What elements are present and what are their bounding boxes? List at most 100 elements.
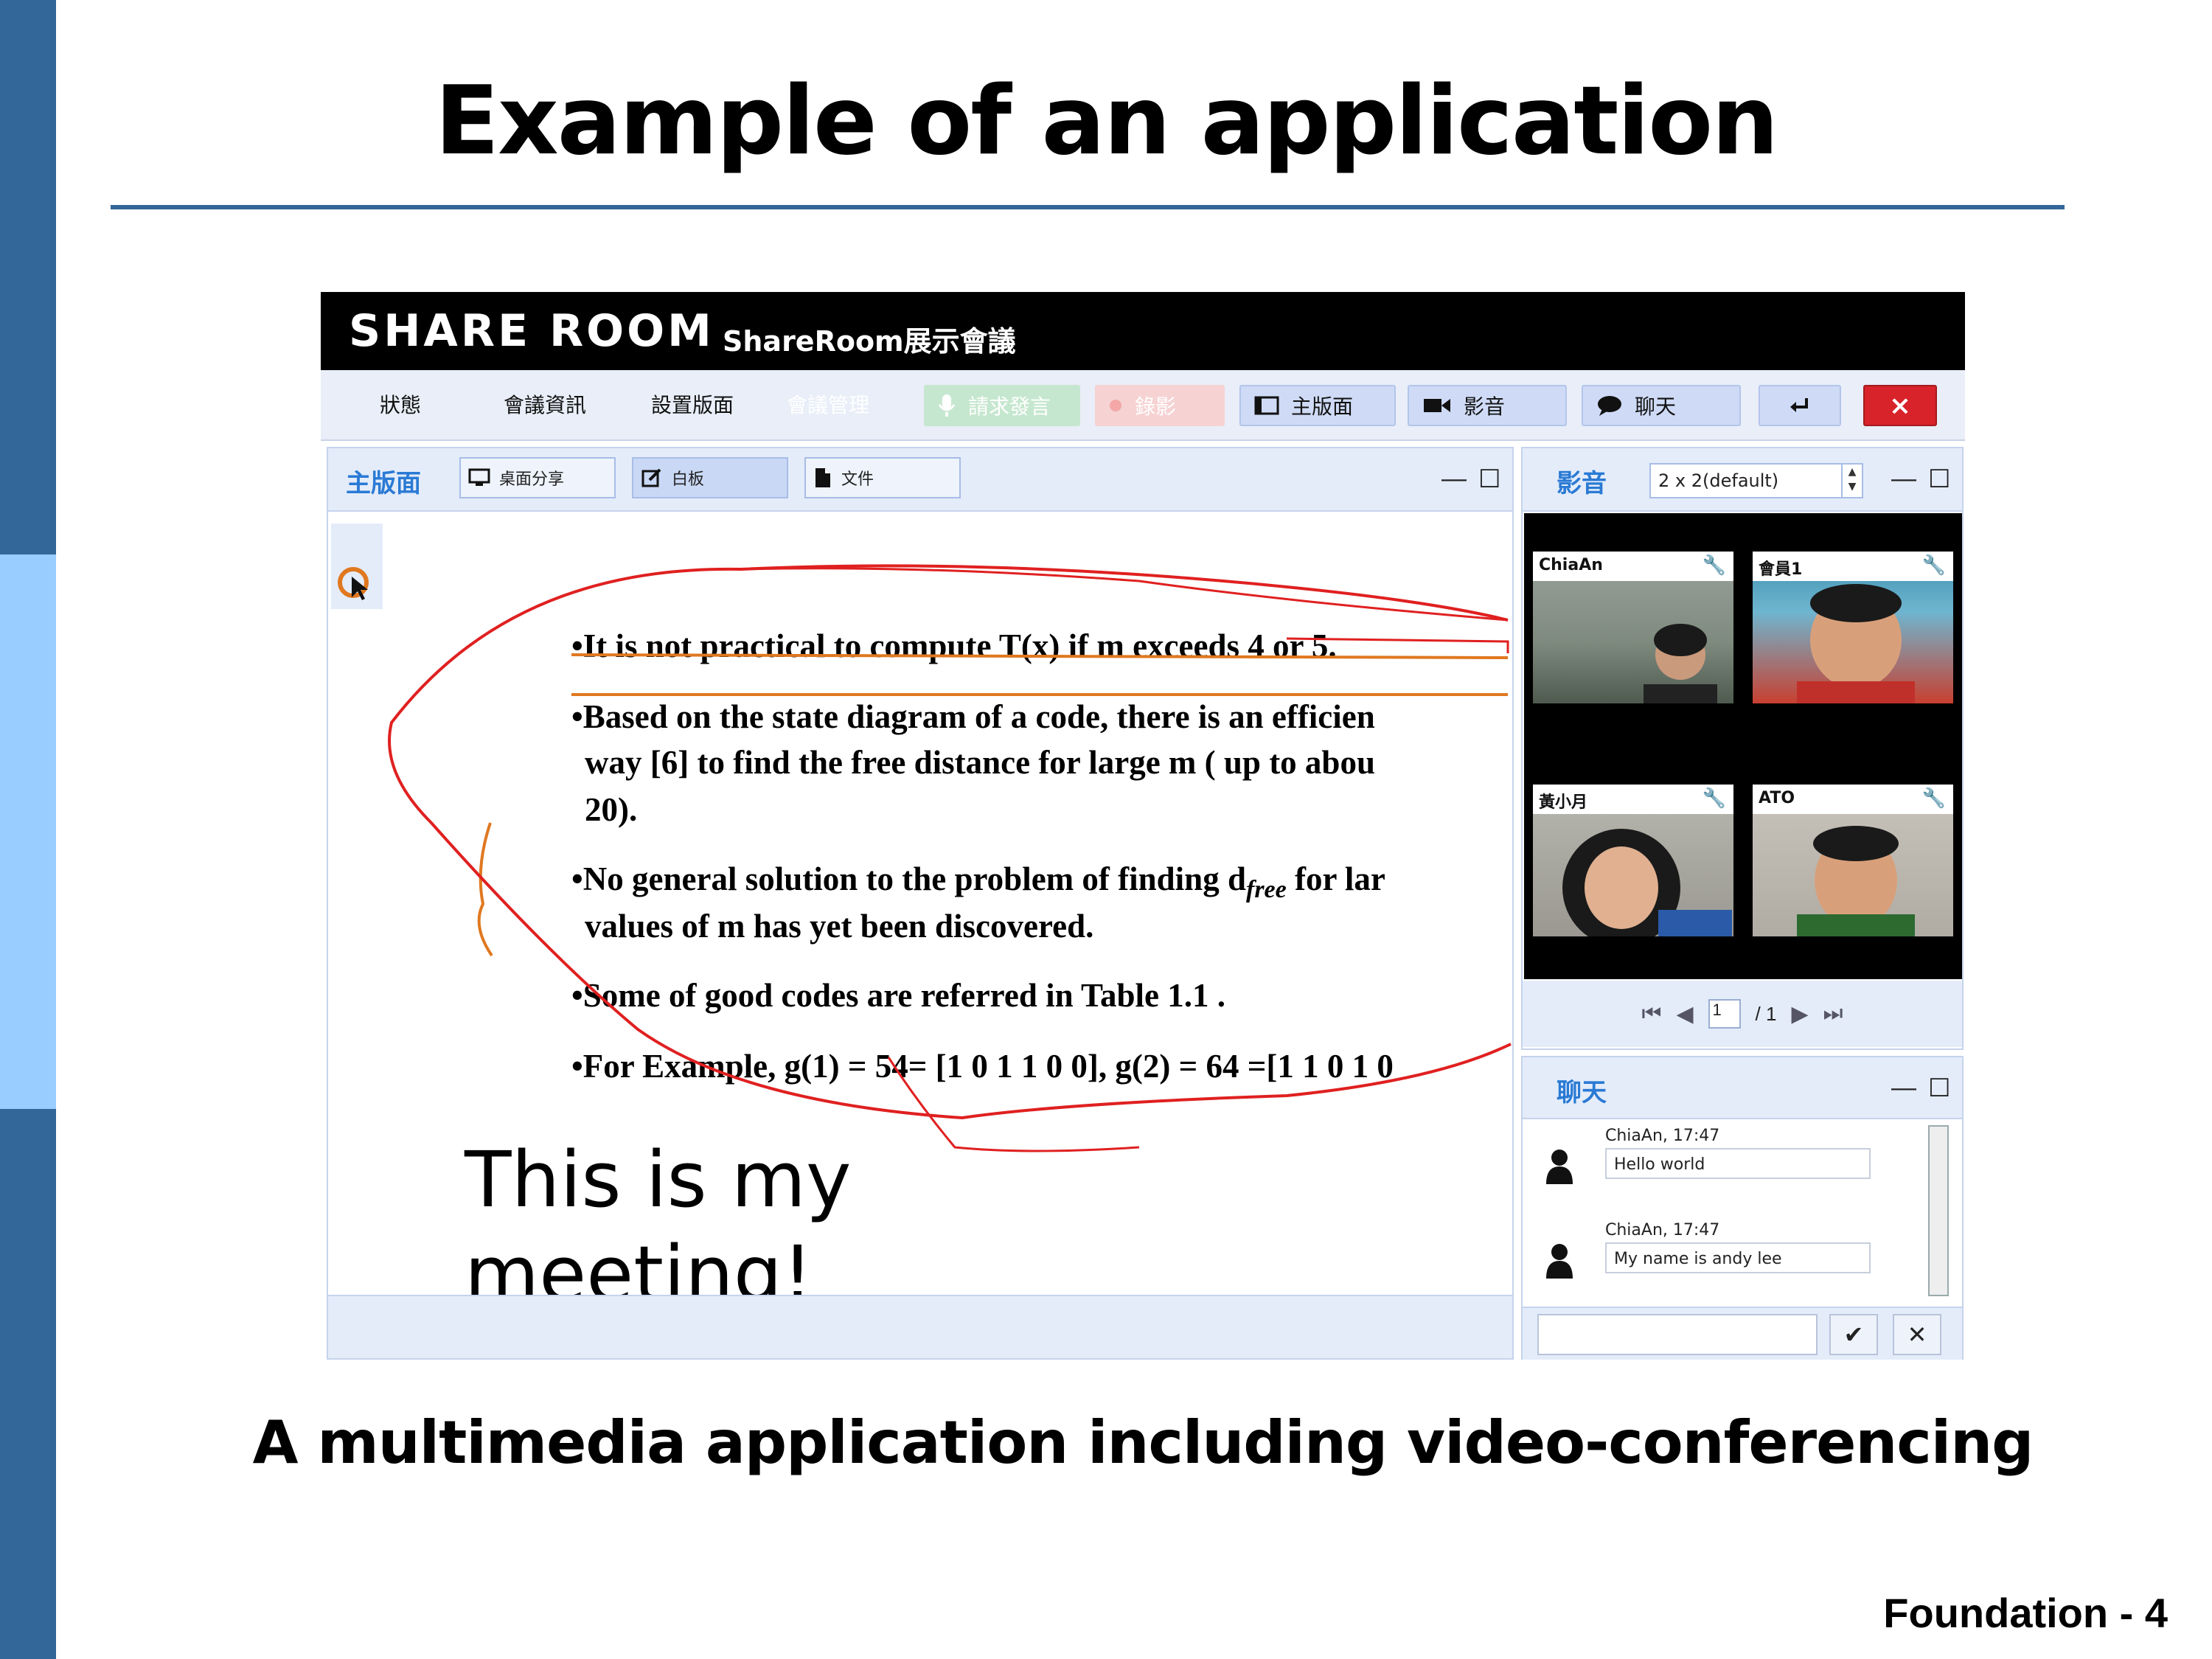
chat-input[interactable] (1537, 1314, 1818, 1355)
shareroom-app-screenshot: SHARE ROOM ShareRoom展示會議 狀態 會議資訊 設置版面 會議… (321, 292, 1965, 1361)
next-page-icon[interactable]: ▶ (1791, 1001, 1808, 1027)
chat-message-list: ChiaAn, 17:47 Hello world ChiaAn, 17:47 … (1523, 1121, 1962, 1307)
video-feed-4 (1797, 826, 1915, 936)
video-maximize-icon[interactable]: ☐ (1928, 465, 1950, 494)
video-tile-3[interactable]: 黃小月 🔧 (1533, 785, 1733, 936)
request-speak-label: 請求發言 (968, 394, 1051, 419)
main-view-panel: 主版面 桌面分享 白板 文件 — ☐ •It is not practical … (327, 447, 1514, 1360)
pointer-tool-icon[interactable] (335, 556, 380, 615)
video-feed-3 (1562, 829, 1732, 936)
whiteboard-text-note: This is my meeting! (465, 1133, 852, 1302)
request-speak-button[interactable]: 請求發言 (924, 385, 1080, 426)
slide-side-bar-accent (0, 554, 56, 1109)
title-divider (111, 205, 2065, 209)
minimize-icon[interactable]: — (1441, 465, 1467, 493)
app-header: SHARE ROOM ShareRoom展示會議 (321, 292, 1965, 370)
video-tile-1[interactable]: ChiaAn 🔧 (1533, 552, 1733, 703)
video-panel-title: 影音 (1557, 469, 1607, 498)
main-view-label: 主版面 (1291, 394, 1354, 419)
exit-fullscreen-button[interactable] (1759, 385, 1841, 426)
video-tile-4[interactable]: ATO 🔧 (1753, 785, 1953, 936)
maximize-icon[interactable]: ☐ (1478, 465, 1500, 494)
menu-status[interactable]: 狀態 (380, 389, 421, 419)
chat-panel: 聊天 — ☐ ChiaAn, 17:47 Hello world ChiaAn,… (1521, 1056, 1964, 1360)
video-pager: ⏮ ◀ 1 / 1 ▶ ⏭ (1523, 981, 1962, 1047)
video-panel-header: 影音 2 x 2(default) ▲ ▼ — ☐ (1523, 448, 1962, 512)
user-avatar-icon (1546, 1244, 1573, 1279)
last-page-icon[interactable]: ⏭ (1823, 1001, 1843, 1026)
speech-bubble-icon (1598, 396, 1621, 416)
chat-minimize-icon[interactable]: — (1891, 1074, 1916, 1102)
slide-caption: A multimedia application including video… (252, 1408, 2034, 1477)
main-view-panel-title: 主版面 (346, 469, 421, 498)
whiteboard-canvas[interactable]: •It is not practical to compute T(x) if … (328, 513, 1512, 1302)
slide-bullet-2: •Based on the state diagram of a code, t… (571, 698, 1375, 735)
video-tile-2[interactable]: 會員1 🔧 (1753, 552, 1953, 703)
chat-message-1-meta: ChiaAn, 17:47 (1605, 1127, 1720, 1145)
page-number-input[interactable]: 1 (1708, 999, 1741, 1029)
video-panel: 影音 2 x 2(default) ▲ ▼ — ☐ ChiaAn 🔧 會員1 🔧 黃小… (1521, 447, 1964, 1050)
chat-message-2: ChiaAn, 17:47 My name is andy lee (1605, 1221, 1871, 1273)
tab-document-label: 文件 (841, 470, 874, 489)
slide-bullet-1: •It is not practical to compute T(x) if … (571, 627, 1337, 664)
red-top-stroke (740, 567, 1509, 622)
note-line-2: meeting! (465, 1229, 813, 1302)
record-button[interactable]: 錄影 (1095, 385, 1225, 426)
tab-desktop-share-label: 桌面分享 (499, 470, 565, 489)
chat-panel-title: 聊天 (1557, 1078, 1607, 1107)
video-layout-select[interactable]: 2 x 2(default) ▲ ▼ (1649, 463, 1863, 498)
chat-maximize-icon[interactable]: ☐ (1928, 1074, 1950, 1103)
chat-panel-header: 聊天 — ☐ (1523, 1057, 1962, 1119)
slide-title: Example of an application (434, 66, 1779, 176)
slide-bullet-5: •For Example, g(1) = 54= [1 0 1 1 0 0], … (571, 1048, 1394, 1085)
video-feed-2 (1797, 584, 1915, 703)
first-page-icon[interactable]: ⏮ (1641, 1001, 1661, 1026)
main-view-panel-header: 主版面 桌面分享 白板 文件 — ☐ (328, 448, 1512, 512)
cancel-button[interactable]: ✕ (1893, 1314, 1941, 1355)
whiteboard-tool-palette (331, 524, 383, 609)
menu-bar: 狀態 會議資訊 設置版面 會議管理 請求發言 錄影 主版面 影音 聊天 × (321, 370, 1965, 441)
chat-message-2-text: My name is andy lee (1605, 1242, 1871, 1273)
chat-label: 聊天 (1635, 394, 1677, 419)
chevron-updown-icon: ▲ ▼ (1841, 465, 1862, 497)
chat-scrollbar[interactable] (1928, 1125, 1949, 1296)
send-button[interactable]: ✔ (1829, 1314, 1878, 1355)
chat-message-1: ChiaAn, 17:47 Hello world (1605, 1127, 1871, 1179)
slide-footer: Foundation - 4 (1883, 1590, 2168, 1636)
return-arrow-icon (1790, 398, 1808, 412)
menu-layout-settings[interactable]: 設置版面 (651, 389, 734, 419)
window-icon (1254, 396, 1279, 415)
note-line-1: This is my (465, 1135, 852, 1225)
video-feed-1 (1644, 624, 1717, 703)
video-minimize-icon[interactable]: — (1891, 465, 1916, 493)
edit-note-icon (641, 468, 661, 487)
tab-document[interactable]: 文件 (804, 457, 961, 498)
slide-bullet-2-cont: way [6] to find the free distance for la… (585, 744, 1375, 781)
document-icon (815, 468, 830, 487)
slide-bullet-2-end: 20). (585, 791, 638, 828)
previous-page-icon[interactable]: ◀ (1676, 1001, 1693, 1027)
orange-bracket (477, 822, 493, 957)
slide-bullet-3-suffix: for lar (1286, 860, 1385, 897)
video-camera-icon (1424, 399, 1450, 412)
chat-button[interactable]: 聊天 (1582, 385, 1741, 426)
menu-meeting-management[interactable]: 會議管理 (787, 389, 869, 419)
chat-message-1-text: Hello world (1605, 1148, 1871, 1179)
video-button[interactable]: 影音 (1408, 385, 1567, 426)
main-view-panel-footer (328, 1295, 1512, 1358)
record-label: 錄影 (1135, 394, 1177, 419)
video-label: 影音 (1464, 394, 1506, 419)
page-total: / 1 (1755, 1002, 1777, 1025)
slide-bullet-3-text: •No general solution to the problem of f… (571, 860, 1246, 897)
tab-whiteboard[interactable]: 白板 (632, 457, 788, 498)
close-button[interactable]: × (1863, 385, 1937, 426)
app-title: ShareRoom展示會議 (723, 325, 1016, 358)
microphone-icon (938, 394, 956, 417)
main-view-button[interactable]: 主版面 (1239, 385, 1396, 426)
tab-desktop-share[interactable]: 桌面分享 (459, 457, 616, 498)
menu-meeting-info[interactable]: 會議資訊 (504, 389, 586, 419)
chat-message-2-meta: ChiaAn, 17:47 (1605, 1221, 1720, 1239)
video-grid: ChiaAn 🔧 會員1 🔧 黃小月 🔧 ATO 🔧 (1524, 513, 1962, 979)
slide-bullet-4: •Some of good codes are referred in Tabl… (571, 977, 1225, 1014)
monitor-icon (468, 468, 490, 486)
